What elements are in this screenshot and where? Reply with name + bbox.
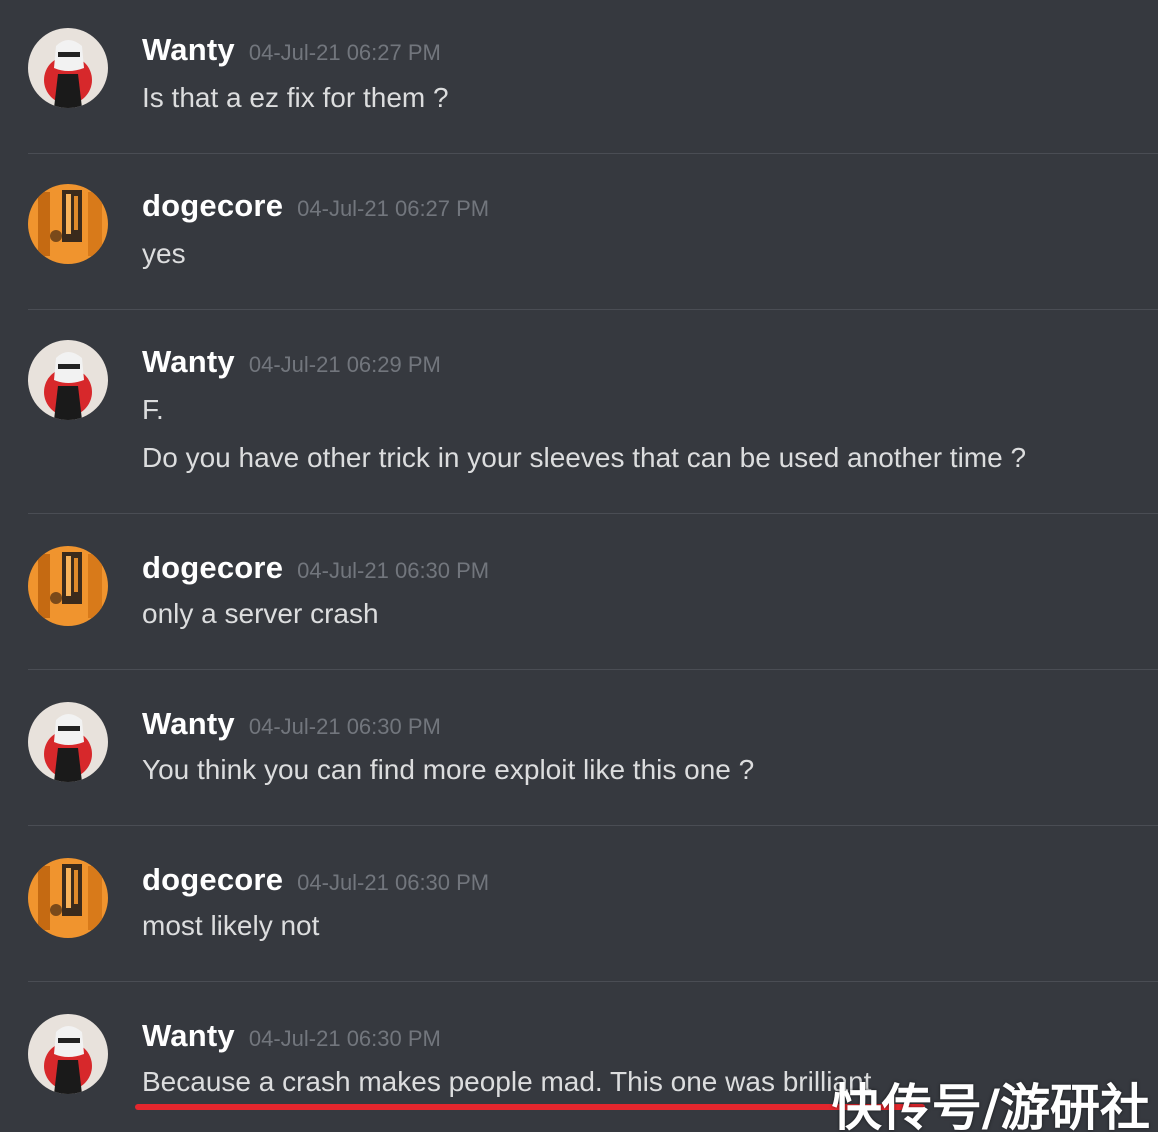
message-text: Do you have other trick in your sleeves … [142, 442, 1027, 473]
message-author[interactable]: Wanty 04-Jul-21 06:29 PM [142, 344, 441, 380]
message-text: only a server crash [142, 598, 379, 629]
message-timestamp: 04-Jul-21 06:30 PM [297, 558, 490, 583]
message-author[interactable]: Wanty 04-Jul-21 06:30 PM [142, 1018, 441, 1054]
message-timestamp: 04-Jul-21 06:29 PM [248, 352, 441, 377]
message-divider [28, 825, 1158, 826]
message-timestamp: 04-Jul-21 06:27 PM [248, 40, 441, 65]
dogecore-avatar[interactable] [28, 858, 108, 938]
message-text: Is that a ez fix for them ? [142, 82, 449, 113]
message-text: Because a crash makes people mad. This o… [142, 1066, 872, 1097]
wanty-avatar[interactable] [28, 28, 108, 108]
message-divider [28, 153, 1158, 154]
dogecore-avatar[interactable] [28, 546, 108, 626]
message-text: You think you can find more exploit like… [142, 754, 755, 785]
highlight-underline [135, 1104, 925, 1110]
message-timestamp: 04-Jul-21 06:30 PM [248, 714, 441, 739]
message-timestamp: 04-Jul-21 06:27 PM [297, 196, 490, 221]
message-text: most likely not [142, 910, 320, 941]
chat-log: Wanty 04-Jul-21 06:27 PM Is that a ez fix… [0, 0, 1158, 1132]
message-divider [28, 513, 1158, 514]
wanty-avatar[interactable] [28, 702, 108, 782]
wanty-avatar[interactable] [28, 340, 108, 420]
message-divider [28, 981, 1158, 982]
message-author[interactable]: Wanty 04-Jul-21 06:27 PM [142, 32, 441, 68]
watermark: 快传号/游研社 [831, 1079, 1150, 1132]
message-author[interactable]: dogecore 04-Jul-21 06:27 PM [142, 188, 489, 224]
message-text: yes [142, 238, 186, 269]
dogecore-avatar[interactable] [28, 184, 108, 264]
message-timestamp: 04-Jul-21 06:30 PM [248, 1026, 441, 1051]
message-author[interactable]: dogecore 04-Jul-21 06:30 PM [142, 550, 489, 586]
message-timestamp: 04-Jul-21 06:30 PM [297, 870, 490, 895]
message-author[interactable]: dogecore 04-Jul-21 06:30 PM [142, 862, 489, 898]
message-text: F. [142, 394, 164, 425]
wanty-avatar[interactable] [28, 1014, 108, 1094]
message-divider [28, 309, 1158, 310]
message-author[interactable]: Wanty 04-Jul-21 06:30 PM [142, 706, 441, 742]
message-divider [28, 669, 1158, 670]
